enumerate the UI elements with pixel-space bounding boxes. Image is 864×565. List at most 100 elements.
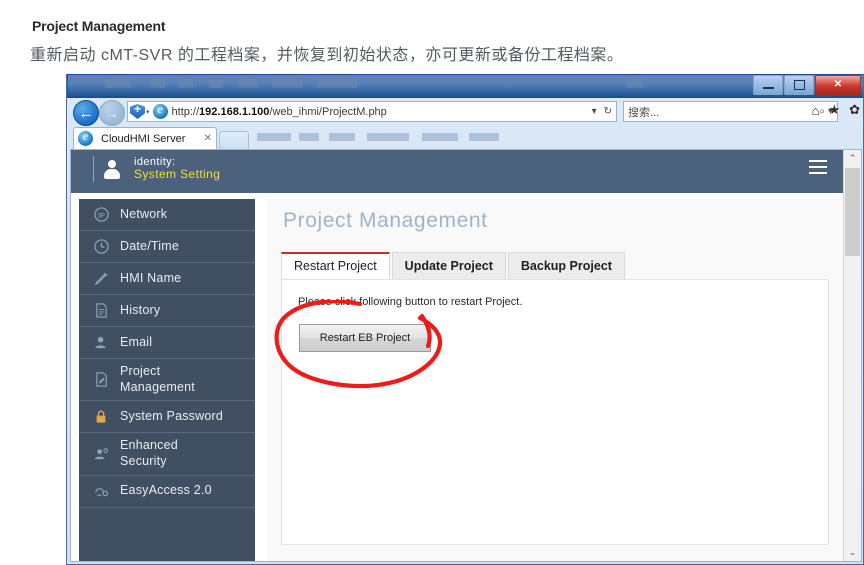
- browser-tabstrip: CloudHMI Server ✕: [67, 126, 863, 150]
- tab-backup-project[interactable]: Backup Project: [507, 252, 625, 279]
- content-heading: Project Management: [283, 209, 488, 232]
- address-bar[interactable]: ▾ http://192.168.1.100/web_ihmi/ProjectM…: [127, 101, 617, 122]
- scroll-up-icon[interactable]: ⌃: [844, 150, 861, 167]
- app-header: identity: System Setting: [71, 150, 845, 193]
- titlebar-ghost: [317, 79, 357, 88]
- close-icon[interactable]: ✕: [204, 133, 212, 144]
- address-bar-tools: ▾ ↻: [592, 106, 612, 117]
- tab-panel-restart-project: Please click following button to restart…: [281, 279, 829, 545]
- sidebar-item-label: System Password: [120, 408, 224, 423]
- search-input[interactable]: 搜索...: [628, 104, 819, 120]
- menu-icon[interactable]: [809, 160, 827, 174]
- tabstrip-ghost: [422, 133, 458, 141]
- back-button[interactable]: ←: [73, 100, 99, 126]
- back-arrow-icon: ←: [78, 104, 94, 122]
- new-tab-button[interactable]: [219, 131, 249, 150]
- restart-eb-project-button[interactable]: Restart EB Project: [299, 324, 431, 352]
- scrollbar-thumb[interactable]: [845, 168, 860, 256]
- sidebar-item-label: Enhanced Security: [120, 438, 178, 468]
- chevron-down-icon[interactable]: ▾: [592, 106, 597, 117]
- forward-arrow-icon: →: [105, 105, 119, 121]
- close-button[interactable]: ✕: [815, 75, 861, 95]
- browser-navbar: ← → ▾ http://192.168.1.100/web_ihmi/Proj…: [67, 98, 863, 126]
- screenshot-root: Project Management 重新启动 cMT-SVR 的工程档案，并恢…: [0, 0, 864, 565]
- restart-instruction-text: Please click following button to restart…: [298, 296, 523, 308]
- url-path: /web_ihmi/ProjectM.php: [269, 105, 387, 118]
- content-tabs: Restart Project Update Project Backup Pr…: [281, 252, 627, 279]
- titlebar-ghost: [239, 79, 257, 88]
- browser-titlebar: ✕: [67, 74, 863, 98]
- tab-favicon-icon: [78, 129, 93, 146]
- pencil-icon: [91, 269, 111, 289]
- titlebar-ghost: [272, 79, 302, 88]
- minimize-button[interactable]: [753, 75, 783, 95]
- window-controls: ✕: [753, 75, 861, 95]
- sidebar-item-label: Email: [120, 334, 153, 349]
- browser-command-bar: ⌂ ★ ✿: [812, 102, 860, 118]
- document-icon: [91, 301, 111, 321]
- browser-window: ✕ ← → ▾ http://192.168.1.100/web_ihmi/Pr…: [66, 74, 864, 565]
- titlebar-ghost: [179, 79, 193, 88]
- forward-button[interactable]: →: [99, 100, 125, 126]
- address-bar-url: http://192.168.1.100/web_ihmi/ProjectM.p…: [172, 106, 387, 118]
- ip-icon: IP: [91, 205, 111, 225]
- identity-value: System Setting: [134, 166, 221, 181]
- tabstrip-ghost: [329, 133, 355, 141]
- tabstrip-ghost: [257, 133, 291, 141]
- user-avatar-icon: [104, 157, 120, 181]
- identity-block: identity: System Setting: [93, 156, 220, 182]
- url-scheme: http://: [171, 105, 200, 118]
- sidebar-item-label: EasyAccess 2.0: [120, 483, 212, 498]
- sidebar-item-history[interactable]: History: [79, 295, 255, 327]
- refresh-icon[interactable]: ↻: [604, 106, 612, 117]
- sidebar-item-system-password[interactable]: System Password: [79, 401, 255, 434]
- browser-tab-label: CloudHMI Server: [101, 132, 186, 145]
- titlebar-ghost: [105, 79, 131, 88]
- sidebar-item-network[interactable]: IP Network: [79, 199, 255, 231]
- tabstrip-ghost: [367, 133, 409, 141]
- sidebar-item-datetime[interactable]: Date/Time: [79, 231, 255, 263]
- sidebar: IP Network Date/Time HMI Name History Em…: [79, 199, 255, 561]
- url-host: 192.168.1.100: [199, 105, 270, 118]
- maximize-button[interactable]: [784, 75, 814, 95]
- home-icon[interactable]: ⌂: [812, 103, 820, 118]
- page-description: 重新启动 cMT-SVR 的工程档案，并恢复到初始状态，亦可更新或备份工程档案。: [30, 47, 624, 64]
- chevron-down-icon: ▾: [146, 108, 150, 116]
- scroll-down-icon[interactable]: ⌄: [844, 544, 861, 561]
- svg-text:IP: IP: [97, 211, 104, 220]
- gear-icon[interactable]: ✿: [849, 102, 860, 118]
- page-title: Project Management: [32, 18, 166, 34]
- titlebar-ghost: [209, 79, 223, 88]
- titlebar-ghost: [627, 79, 643, 88]
- sidebar-item-email[interactable]: Email: [79, 327, 255, 359]
- sidebar-item-label: Project Management: [120, 364, 195, 394]
- favorites-star-icon[interactable]: ★: [828, 102, 840, 118]
- page-scrollbar[interactable]: ⌃ ⌄: [843, 150, 861, 561]
- sidebar-item-label: Network: [120, 206, 168, 221]
- sidebar-item-hmi-name[interactable]: HMI Name: [79, 263, 255, 295]
- divider: [93, 156, 94, 182]
- tab-update-project[interactable]: Update Project: [391, 252, 506, 279]
- easyaccess-icon: [91, 481, 111, 501]
- clock-icon: [91, 237, 111, 257]
- identity-text: identity: System Setting: [134, 156, 220, 181]
- sidebar-item-label: Date/Time: [120, 238, 179, 253]
- titlebar-ghost: [151, 79, 165, 88]
- user-icon: [91, 333, 111, 353]
- project-document-icon: [91, 370, 111, 390]
- search-box[interactable]: 搜索... ⌕ ▾: [623, 101, 838, 122]
- browser-tab-cloudhmi[interactable]: CloudHMI Server ✕: [73, 127, 217, 149]
- sidebar-item-project-management[interactable]: Project Management: [79, 359, 255, 402]
- sidebar-item-easyaccess[interactable]: EasyAccess 2.0: [79, 476, 255, 508]
- tab-restart-project[interactable]: Restart Project: [281, 252, 390, 279]
- main-content: Project Management Restart Project Updat…: [267, 199, 843, 561]
- lock-icon: [91, 407, 111, 427]
- sidebar-item-enhanced-security[interactable]: Enhanced Security: [79, 433, 255, 476]
- ie-favicon-icon: [152, 102, 168, 119]
- user-shield-icon: [91, 444, 111, 464]
- sidebar-item-label: HMI Name: [120, 270, 182, 285]
- tabstrip-ghost: [469, 133, 499, 141]
- sidebar-item-label: History: [120, 302, 161, 317]
- browser-viewport: identity: System Setting IP Network Date…: [70, 149, 862, 562]
- shield-icon: [130, 104, 145, 119]
